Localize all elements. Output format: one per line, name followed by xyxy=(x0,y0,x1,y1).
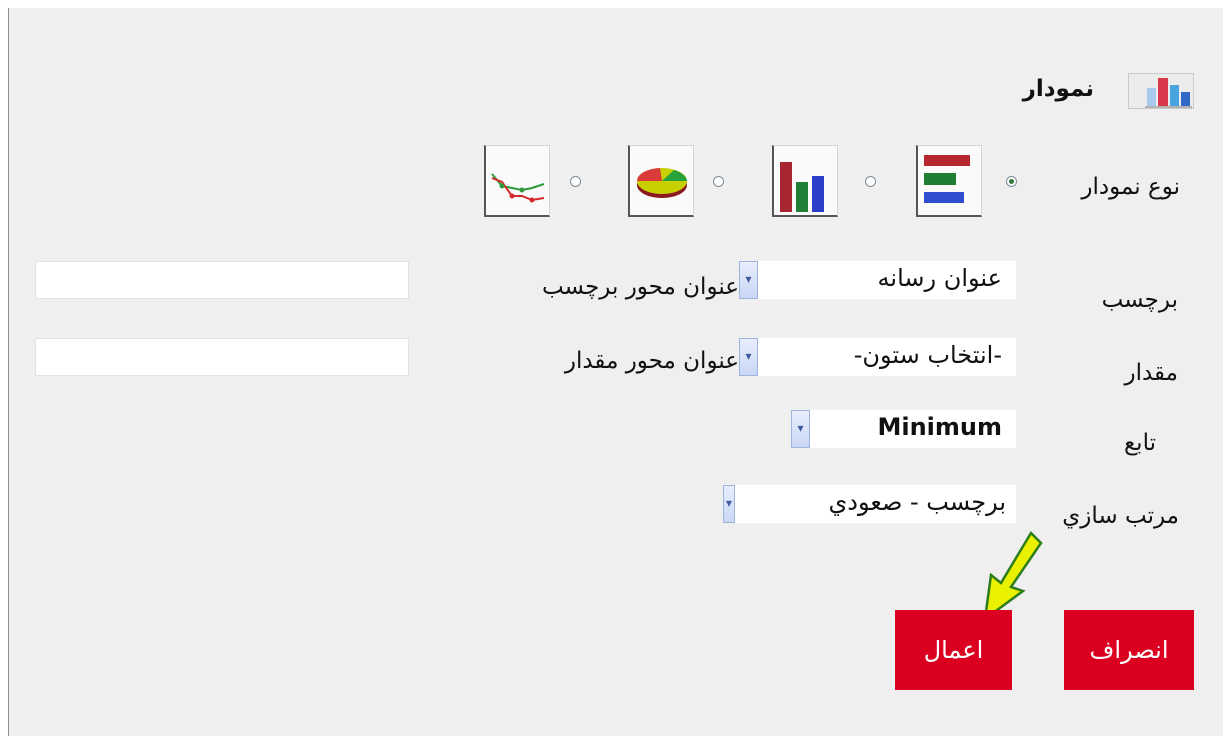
label-select[interactable]: ▾ عنوان رسانه xyxy=(739,261,1016,299)
line-icon[interactable] xyxy=(484,145,550,217)
sort-select-value: برچسب - صعودي xyxy=(828,488,1006,516)
function-select[interactable]: ▾ Minimum xyxy=(791,410,1016,448)
radio-line[interactable] xyxy=(570,176,581,187)
cancel-button[interactable]: انصراف xyxy=(1064,610,1194,690)
radio-pie[interactable] xyxy=(713,176,724,187)
chevron-down-icon[interactable]: ▾ xyxy=(791,410,810,448)
value-select-value: -انتخاب ستون- xyxy=(853,341,1002,369)
value-axis-title-input[interactable] xyxy=(35,338,409,376)
label-axis-title-input[interactable] xyxy=(35,261,409,299)
function-select-value: Minimum xyxy=(877,413,1002,441)
chevron-down-icon[interactable]: ▾ xyxy=(739,338,758,376)
bar-vertical-icon[interactable] xyxy=(772,145,838,217)
chevron-down-icon[interactable]: ▾ xyxy=(739,261,758,299)
sort-field-label: مرتب سازي xyxy=(1062,503,1179,529)
function-field-label: تابع xyxy=(1123,430,1156,456)
label-axis-title-label: عنوان محور برچسب xyxy=(541,274,739,300)
sort-select[interactable]: ▾ برچسب - صعودي xyxy=(723,485,1016,523)
pie-icon[interactable] xyxy=(628,145,694,217)
chart-settings-panel: نمودار نوع نمودار برچسب ▾ عنوان رسانه عن… xyxy=(8,8,1223,736)
radio-bar-horizontal[interactable] xyxy=(1006,176,1017,187)
chevron-down-icon[interactable]: ▾ xyxy=(723,485,735,523)
page-title: نمودار xyxy=(1022,76,1094,102)
chart-icon xyxy=(1128,73,1194,109)
label-select-value: عنوان رسانه xyxy=(877,264,1002,292)
chart-type-label: نوع نمودار xyxy=(1081,174,1180,200)
label-field-label: برچسب xyxy=(1101,287,1178,313)
bar-horizontal-icon[interactable] xyxy=(916,145,982,217)
value-select[interactable]: ▾ -انتخاب ستون- xyxy=(739,338,1016,376)
radio-bar-vertical[interactable] xyxy=(865,176,876,187)
apply-button[interactable]: اعمال xyxy=(895,610,1012,690)
value-axis-title-label: عنوان محور مقدار xyxy=(564,348,739,374)
value-field-label: مقدار xyxy=(1124,360,1178,386)
